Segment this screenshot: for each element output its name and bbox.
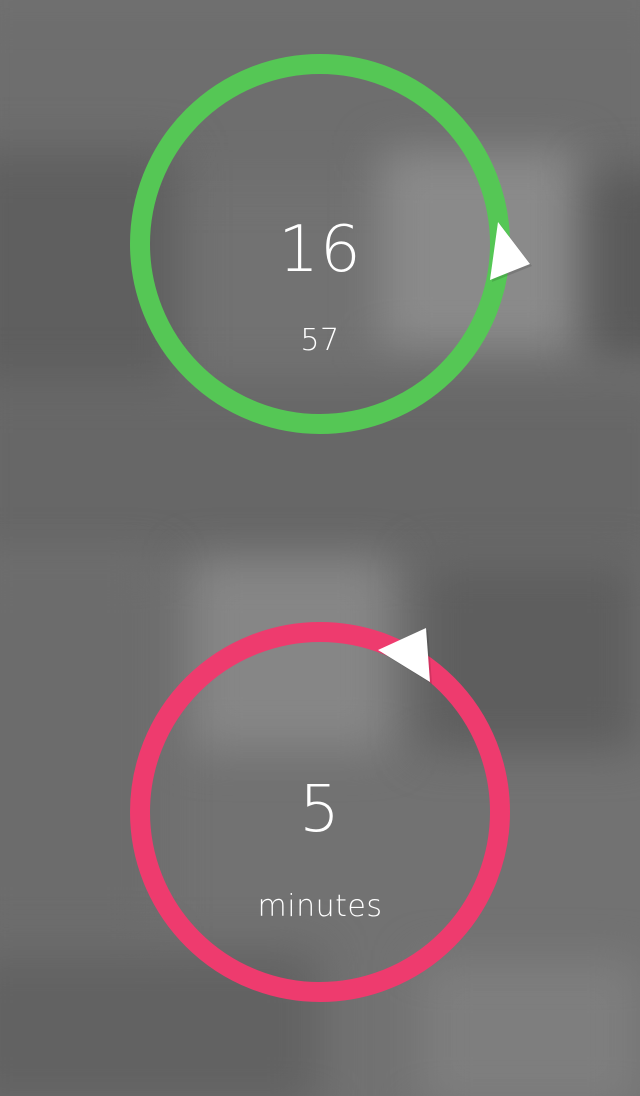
interval-minutes-value: 5: [299, 773, 341, 847]
interval-timer[interactable]: 5 minutes: [0, 590, 640, 1010]
interval-unit-label: minutes: [257, 889, 383, 924]
elapsed-timer[interactable]: 16 57: [0, 20, 640, 440]
elapsed-seconds-value: 57: [300, 323, 340, 358]
elapsed-minutes-value: 16: [278, 213, 362, 287]
